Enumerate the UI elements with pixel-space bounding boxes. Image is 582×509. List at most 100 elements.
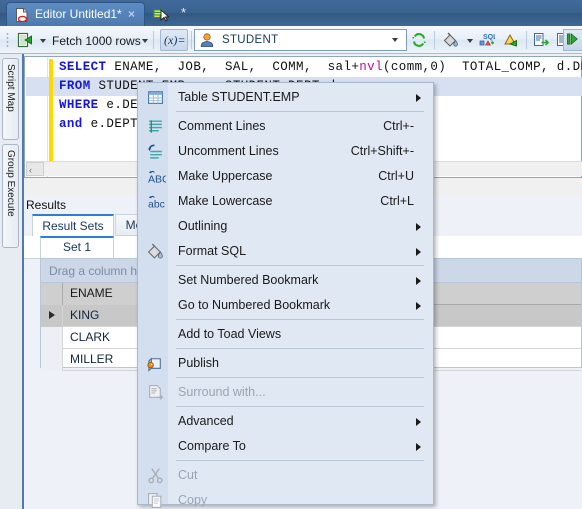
lowercase-icon: abc <box>147 193 165 210</box>
svg-text:ABC: ABC <box>148 174 166 186</box>
step-execute-icon[interactable] <box>563 29 582 51</box>
cut-icon <box>147 467 164 484</box>
bind-variables-label: (x)= <box>164 33 186 47</box>
submenu-arrow-icon <box>416 94 421 102</box>
menu-item-label: Uncomment Lines <box>178 144 279 158</box>
menu-item-cut: Cut <box>139 463 432 488</box>
results-title: Results <box>26 198 67 212</box>
menu-item-uncomment-lines[interactable]: Uncomment Lines Ctrl+Shift+- <box>139 139 432 164</box>
menu-item-label: Table STUDENT.EMP <box>178 90 300 104</box>
row-indicator <box>41 349 63 371</box>
schema-browser-icon <box>152 6 172 22</box>
execute-statement-button[interactable] <box>14 29 36 51</box>
editor-line-4: and e.DEPT <box>59 117 139 131</box>
menu-separator <box>176 460 424 461</box>
submenu-arrow-icon <box>416 418 421 426</box>
menu-item-label: Set Numbered Bookmark <box>178 273 319 287</box>
menu-item-add-to-toad-views[interactable]: Add to Toad Views <box>139 322 432 347</box>
menu-item-label: Cut <box>178 468 198 482</box>
menu-item-compare-to[interactable]: Compare To <box>139 434 432 459</box>
menu-separator <box>176 348 424 349</box>
tab-result-sets[interactable]: Result Sets <box>32 214 114 236</box>
row-indicator <box>41 327 63 349</box>
document-sql-icon <box>14 7 30 23</box>
menu-item-label: Make Lowercase <box>178 194 273 208</box>
menu-item-surround-with: Surround with... <box>139 380 432 405</box>
submenu-arrow-icon <box>416 302 421 310</box>
explain-plan-icon[interactable] <box>500 29 522 51</box>
bind-variables-button[interactable]: (x)= <box>160 29 188 51</box>
cell-ename[interactable]: KING <box>63 305 141 327</box>
schema-dropdown-caret[interactable] <box>392 38 398 42</box>
tab-label: Result Sets <box>42 219 104 233</box>
uppercase-icon: ABC <box>147 168 166 186</box>
scroll-left-button[interactable]: ‹ <box>26 162 44 176</box>
grid-header-indicator <box>41 283 63 305</box>
fetch-rows-label[interactable]: Fetch 1000 rows <box>52 34 141 48</box>
submenu-arrow-icon <box>416 443 421 451</box>
menu-item-outlining[interactable]: Outlining <box>139 214 432 239</box>
editor-context-menu[interactable]: Table STUDENT.EMP Comment Lines Ctrl+- U… <box>137 82 434 508</box>
sql-recall-icon[interactable]: SQL <box>476 29 498 51</box>
format-paint-icon[interactable] <box>440 29 462 51</box>
refresh-icon[interactable] <box>409 29 429 51</box>
cell-ename[interactable]: MILLER <box>63 349 141 371</box>
document-tab-editor-untitled1[interactable]: Editor Untitled1* × <box>6 2 145 26</box>
sidebar-item-group-execute[interactable]: Group Execute <box>2 144 19 248</box>
menu-item-label: Copy <box>178 493 208 507</box>
editor-gutter <box>25 57 48 177</box>
document-tab-label: Editor Untitled1* <box>35 7 122 21</box>
menu-item-go-to-numbered-bookmark[interactable]: Go to Numbered Bookmark <box>139 293 432 318</box>
chevron-left-icon: ‹ <box>29 165 32 175</box>
sidebar-item-script-map[interactable]: Script Map <box>2 58 19 140</box>
publish-icon <box>147 355 164 372</box>
execute-dropdown-caret[interactable] <box>40 39 46 43</box>
toolbar-grip[interactable] <box>6 32 9 48</box>
document-tab-schema-browser[interactable]: * <box>148 2 200 26</box>
format-dropdown-caret[interactable] <box>467 39 473 43</box>
table-icon <box>147 89 164 106</box>
menu-item-label: Surround with... <box>178 385 266 399</box>
current-row-arrow-icon <box>49 311 55 319</box>
execute-script-icon[interactable] <box>531 29 553 51</box>
menu-item-label: Publish <box>178 356 219 370</box>
document-tab-modified-marker: * <box>181 5 187 20</box>
schema-value: STUDENT <box>222 34 279 46</box>
toolbar-separator <box>191 31 192 49</box>
grid-header-ename[interactable]: ENAME <box>63 283 141 305</box>
menu-separator <box>176 319 424 320</box>
toolbar-separator <box>526 31 527 49</box>
menu-item-make-uppercase[interactable]: ABC Make Uppercase Ctrl+U <box>139 164 432 189</box>
submenu-arrow-icon <box>416 248 421 256</box>
menu-item-accelerator: Ctrl+U <box>378 169 414 183</box>
menu-item-accelerator: Ctrl+- <box>383 119 414 133</box>
menu-item-format-sql[interactable]: Format SQL <box>139 239 432 264</box>
menu-item-advanced[interactable]: Advanced <box>139 409 432 434</box>
menu-item-make-lowercase[interactable]: abc Make Lowercase Ctrl+L <box>139 189 432 214</box>
menu-item-table-student-emp[interactable]: Table STUDENT.EMP <box>139 85 432 110</box>
svg-text:SQL: SQL <box>483 34 495 41</box>
menu-item-label: Format SQL <box>178 244 247 258</box>
menu-item-label: Comment Lines <box>178 119 266 133</box>
tab-set-1[interactable]: Set 1 <box>40 236 114 258</box>
cell-ename[interactable]: CLARK <box>63 327 141 349</box>
menu-item-label: Outlining <box>178 219 228 233</box>
document-tab-strip: Editor Untitled1* × * <box>0 0 582 26</box>
menu-item-accelerator: Ctrl+Shift+- <box>350 144 414 158</box>
menu-item-label: Make Uppercase <box>178 169 273 183</box>
menu-separator <box>176 265 424 266</box>
submenu-arrow-icon <box>416 277 421 285</box>
toolbar-separator <box>434 31 435 49</box>
menu-separator <box>176 406 424 407</box>
menu-separator <box>176 111 424 112</box>
menu-item-set-numbered-bookmark[interactable]: Set Numbered Bookmark <box>139 268 432 293</box>
fetch-rows-caret[interactable] <box>142 39 148 43</box>
menu-item-comment-lines[interactable]: Comment Lines Ctrl+- <box>139 114 432 139</box>
menu-item-label: Add to Toad Views <box>178 327 282 341</box>
menu-item-publish[interactable]: Publish <box>139 351 432 376</box>
menu-item-copy: Copy <box>139 488 432 509</box>
menu-item-label: Advanced <box>178 414 234 428</box>
schema-selector[interactable]: STUDENT <box>194 29 407 51</box>
close-icon[interactable]: × <box>128 7 135 21</box>
comment-lines-icon <box>147 118 164 135</box>
